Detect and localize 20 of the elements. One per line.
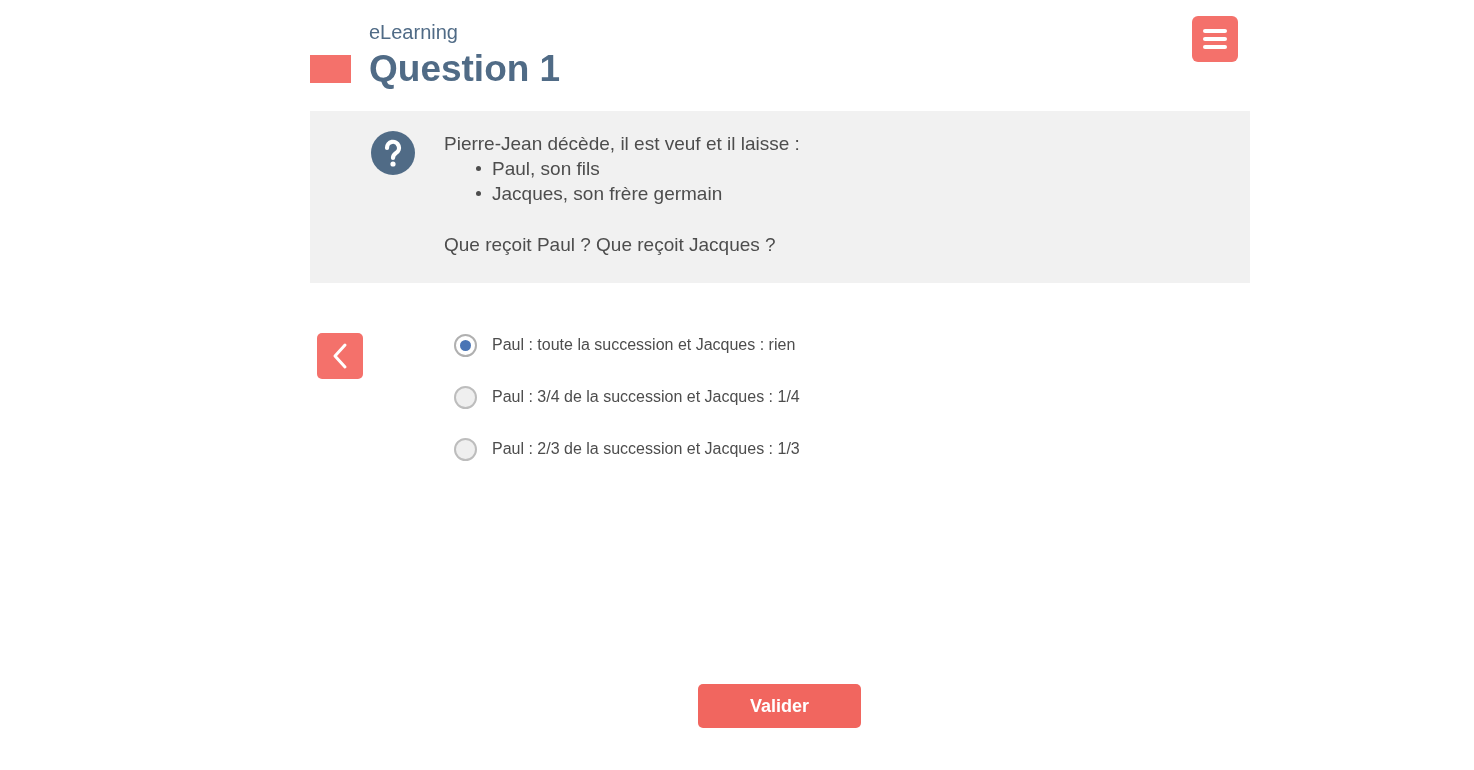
question-text: Pierre-Jean décède, il est veuf et il laisse :: [444, 132, 800, 156]
option-label[interactable]: Paul : toute la succession et Jacques : rien: [492, 336, 796, 354]
back-button[interactable]: [317, 333, 363, 379]
radio-button[interactable]: [454, 333, 477, 357]
help-icon: [371, 131, 415, 175]
option-label[interactable]: Paul : 2/3 de la succession et Jacques : 1/3: [492, 440, 800, 458]
radio-button[interactable]: [454, 385, 477, 409]
menu-icon: [1202, 27, 1228, 51]
bullet-icon: [476, 191, 481, 196]
question-prompt: Que reçoit Paul ? Que reçoit Jacques ?: [444, 233, 777, 257]
chevron-left-icon: [332, 342, 348, 370]
radio-button[interactable]: [454, 437, 477, 461]
list-item: Paul, son fils: [492, 157, 600, 181]
title-accent: [310, 55, 351, 83]
option-label[interactable]: Paul : 3/4 de la succession et Jacques : 1/4: [492, 388, 800, 406]
list-item: Jacques, son frère germain: [492, 182, 723, 206]
page-title: Question 1: [369, 48, 561, 90]
bullet-icon: [476, 166, 481, 171]
app-name: eLearning: [369, 20, 459, 44]
menu-button[interactable]: [1192, 16, 1238, 62]
